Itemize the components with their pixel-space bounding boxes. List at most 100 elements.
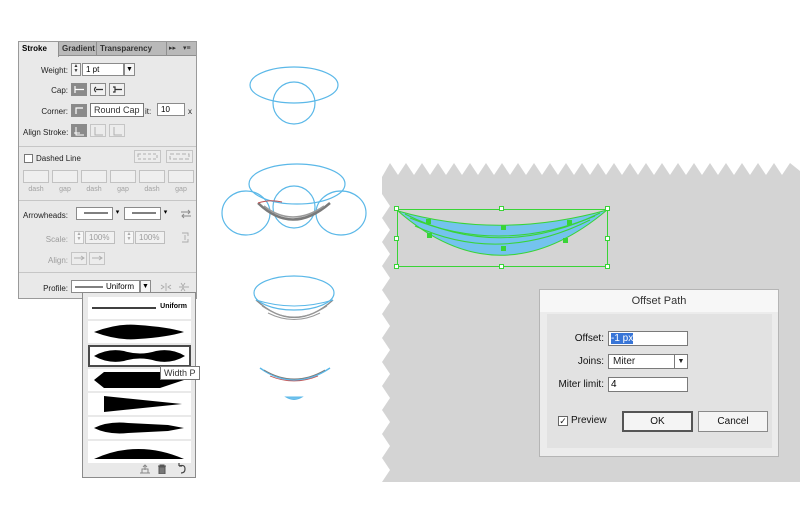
dashed-line-checkbox[interactable] [24,154,33,163]
dash-preserve-button[interactable] [134,150,161,163]
butt-cap-button[interactable] [71,83,87,96]
dash-gap-label: gap [117,186,129,193]
chevron-down-icon: ▼ [674,355,687,368]
add-profile-icon[interactable] [139,464,151,474]
offset-path-dialog: Offset Path Offset: -1 px Joins: Miter ▼… [539,289,779,457]
arrow-end-icon [92,255,103,261]
limit-unit: x [188,107,192,116]
selection-handle[interactable] [394,206,399,211]
miter-join-button[interactable] [71,104,87,117]
dash-field[interactable] [23,170,49,183]
scale-end-field[interactable]: 100% [135,231,165,244]
start-arrowhead-dropdown[interactable]: ▾ [113,207,122,220]
projecting-cap-button[interactable] [109,83,125,96]
selection-bounding-box [397,209,608,267]
link-scale-icon[interactable] [179,231,191,244]
scale-start-field[interactable]: 100% [85,231,115,244]
gap-field[interactable] [168,170,194,183]
align-outside-button[interactable] [109,124,125,137]
miter-limit-field[interactable]: 4 [608,377,688,392]
tab-transparency[interactable]: Transparency [97,42,167,56]
cap-label: Cap: [51,86,68,95]
corner-label: Corner: [41,107,68,116]
width-profile-5-icon [94,422,184,434]
offset-value: -1 px [611,333,634,344]
gap-field[interactable] [52,170,78,183]
miter-limit-field[interactable]: 10 [157,103,185,116]
selection-handle[interactable] [605,206,610,211]
flip-along-icon[interactable] [160,282,172,292]
uniform-profile-icon [92,307,156,309]
guide-ellipse [249,66,339,104]
divider [19,200,196,201]
profile-option[interactable] [88,393,191,415]
offset-label: Offset: [574,333,604,344]
uniform-profile-icon [75,286,103,288]
weight-stepper[interactable]: ▲ ▼ [71,63,81,76]
selection-handle[interactable] [499,206,504,211]
joins-value: Miter [613,356,636,367]
selection-handle[interactable] [605,236,610,241]
dash-gap-label: dash [28,186,44,193]
flip-across-icon[interactable] [178,282,190,292]
weight-field[interactable]: 1 pt [82,63,124,76]
profile-value: Uniform [106,282,135,291]
arrow-tip-end-button[interactable] [89,252,105,265]
end-arrowhead-dropdown[interactable]: ▾ [161,207,170,220]
start-arrowhead-select[interactable] [76,207,113,220]
dialog-title: Offset Path [540,290,778,312]
arrow-beyond-icon [74,255,85,261]
tab-transparency-label: Transparency [100,44,153,53]
reset-icon[interactable] [176,463,187,474]
dash-field[interactable] [139,170,165,183]
dash-align-button[interactable] [166,150,193,163]
cancel-button[interactable]: Cancel [698,411,768,432]
dash-align-icon [169,153,190,160]
gap-field[interactable] [110,170,136,183]
align-outside-icon [113,127,122,136]
butt-cap-icon [74,86,84,93]
selection-handle[interactable] [394,236,399,241]
tab-gradient[interactable]: Gradient [59,42,97,56]
dash-gap-label: dash [144,186,160,193]
round-cap-tooltip: Round Cap [90,103,144,117]
trash-icon[interactable] [157,464,167,474]
scale-start-stepper[interactable]: ▲ ▼ [74,231,84,244]
miter-join-icon [75,107,83,114]
selection-handle[interactable] [605,264,610,269]
tab-stroke[interactable]: Stroke [19,42,59,57]
swap-arrowheads-icon[interactable] [180,209,192,219]
profile-option[interactable] [88,417,191,439]
align-inside-button[interactable] [90,124,106,137]
collapse-panel-icon[interactable]: ▸▸ [169,42,176,56]
scale-end-stepper[interactable]: ▲ ▼ [124,231,134,244]
ok-button[interactable]: OK [622,411,693,432]
profile-option[interactable] [88,441,191,463]
weight-dropdown-button[interactable]: ▼ [124,63,135,76]
dash-field[interactable] [81,170,107,183]
panel-menu-icon[interactable]: ▾≡ [183,42,191,56]
align-center-button[interactable] [71,124,87,137]
end-arrowhead-select[interactable] [124,207,161,220]
projecting-cap-icon [113,86,122,93]
divider [19,146,196,147]
joins-select[interactable]: Miter ▼ [608,354,688,369]
profile-option[interactable] [88,321,191,343]
divider [19,272,196,273]
weight-label: Weight: [41,66,68,75]
selection-handle[interactable] [499,264,504,269]
preview-checkbox[interactable]: ✓ [558,416,568,426]
arrow-tip-beyond-button[interactable] [71,252,87,265]
dash-gap-label: gap [59,186,71,193]
profile-option-selected[interactable] [88,345,191,367]
profile-option[interactable]: Uniform [88,297,191,319]
round-cap-button[interactable] [90,83,106,96]
arrowheads-label: Arrowheads: [23,211,68,220]
profile-label: Profile: [43,284,68,293]
dialog-body: Offset: -1 px Joins: Miter ▼ Miter limit… [547,314,772,448]
align-inside-icon [94,127,103,136]
selection-handle[interactable] [394,264,399,269]
align-arrows-label: Align: [47,256,68,265]
offset-field[interactable]: -1 px [608,331,688,346]
line-icon [132,212,156,214]
